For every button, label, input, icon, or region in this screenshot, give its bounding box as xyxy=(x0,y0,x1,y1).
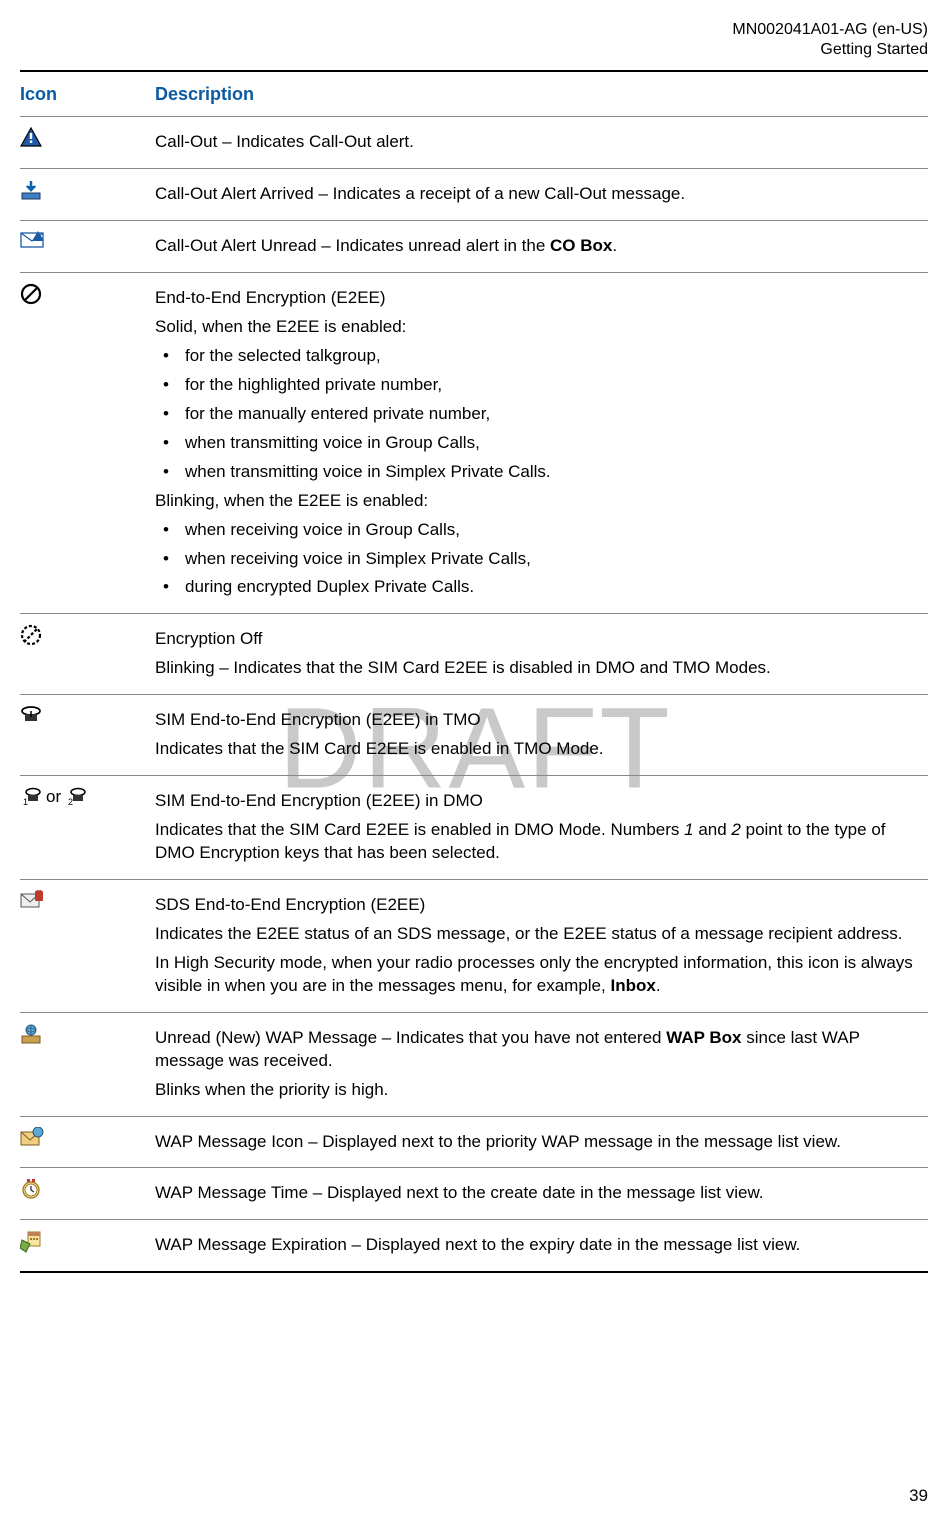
encryption-off-icon xyxy=(20,624,42,646)
wap-unread-icon xyxy=(20,1023,42,1045)
table-row: Call-Out Alert Unread – Indicates unread… xyxy=(20,221,928,273)
callout-arrived-icon xyxy=(20,179,42,201)
list-item: for the selected talkgroup, xyxy=(155,345,922,368)
svg-text:2: 2 xyxy=(68,797,73,807)
sds-e2ee-desc2: In High Security mode, when your radio p… xyxy=(155,952,922,998)
e2ee-solid-intro: Solid, when the E2EE is enabled: xyxy=(155,316,922,339)
e2ee-blink-intro: Blinking, when the E2EE is enabled: xyxy=(155,490,922,513)
sds-e2ee-icon xyxy=(20,890,42,912)
sim-e2ee-dmo-key2-icon: 2 xyxy=(65,787,87,809)
table-row: Unread (New) WAP Message – Indicates tha… xyxy=(20,1012,928,1116)
svg-text:1: 1 xyxy=(23,797,28,807)
e2ee-blink-list: when receiving voice in Group Calls, whe… xyxy=(155,519,922,600)
sim-tmo-title: SIM End-to-End Encryption (E2EE) in TMO xyxy=(155,709,922,732)
table-row: 1 or 2 SIM End-to-End Encryption (E2EE) … xyxy=(20,776,928,880)
doc-id: MN002041A01-AG (en-US) xyxy=(20,20,928,40)
page-number: 39 xyxy=(909,1485,928,1508)
wap-message-time-desc: WAP Message Time – Displayed next to the… xyxy=(155,1182,922,1205)
wap-message-icon xyxy=(20,1127,42,1149)
list-item: for the highlighted private number, xyxy=(155,374,922,397)
icon-description-table: Icon Description Call-Out – Indicates Ca… xyxy=(20,72,928,1273)
sim-tmo-desc: Indicates that the SIM Card E2EE is enab… xyxy=(155,738,922,761)
enc-off-desc: Blinking – Indicates that the SIM Card E… xyxy=(155,657,922,680)
sim-dmo-title: SIM End-to-End Encryption (E2EE) in DMO xyxy=(155,790,922,813)
table-row: End-to-End Encryption (E2EE) Solid, when… xyxy=(20,273,928,614)
enc-off-title: Encryption Off xyxy=(155,628,922,651)
table-row: SDS End-to-End Encryption (E2EE) Indicat… xyxy=(20,879,928,1012)
e2ee-enabled-icon xyxy=(20,283,42,305)
page-header-meta: MN002041A01-AG (en-US) Getting Started xyxy=(20,20,928,60)
sds-e2ee-title: SDS End-to-End Encryption (E2EE) xyxy=(155,894,922,917)
callout-arrived-description: Call-Out Alert Arrived – Indicates a rec… xyxy=(155,183,922,206)
table-row: Call-Out – Indicates Call-Out alert. xyxy=(20,117,928,169)
table-row: WAP Message Icon – Displayed next to the… xyxy=(20,1116,928,1168)
table-row: SIM End-to-End Encryption (E2EE) in TMO … xyxy=(20,695,928,776)
wap-message-expiration-desc: WAP Message Expiration – Displayed next … xyxy=(155,1234,922,1257)
list-item: when receiving voice in Simplex Private … xyxy=(155,548,922,571)
wap-message-icon-desc: WAP Message Icon – Displayed next to the… xyxy=(155,1131,922,1154)
callout-alert-icon xyxy=(20,127,42,149)
e2ee-solid-list: for the selected talkgroup, for the high… xyxy=(155,345,922,484)
list-item: when transmitting voice in Group Calls, xyxy=(155,432,922,455)
callout-unread-icon xyxy=(20,231,42,253)
column-header-icon: Icon xyxy=(20,72,155,117)
list-item: for the manually entered private number, xyxy=(155,403,922,426)
sim-e2ee-dmo-key1-icon: 1 xyxy=(20,787,42,809)
list-item: when transmitting voice in Simplex Priva… xyxy=(155,461,922,484)
column-header-description: Description xyxy=(155,72,928,117)
e2ee-title: End-to-End Encryption (E2EE) xyxy=(155,287,922,310)
callout-unread-description: Call-Out Alert Unread – Indicates unread… xyxy=(155,235,922,258)
table-row: WAP Message Expiration – Displayed next … xyxy=(20,1220,928,1272)
doc-section: Getting Started xyxy=(20,40,928,60)
wap-message-expiration-icon xyxy=(20,1230,42,1252)
or-text: or xyxy=(46,786,61,809)
wap-message-time-icon xyxy=(20,1178,42,1200)
sds-e2ee-desc1: Indicates the E2EE status of an SDS mess… xyxy=(155,923,922,946)
sim-dmo-desc: Indicates that the SIM Card E2EE is enab… xyxy=(155,819,922,865)
wap-unread-desc2: Blinks when the priority is high. xyxy=(155,1079,922,1102)
table-row: WAP Message Time – Displayed next to the… xyxy=(20,1168,928,1220)
sim-e2ee-tmo-icon xyxy=(20,705,42,727)
table-row: Encryption Off Blinking – Indicates that… xyxy=(20,614,928,695)
callout-description: Call-Out – Indicates Call-Out alert. xyxy=(155,131,922,154)
list-item: during encrypted Duplex Private Calls. xyxy=(155,576,922,599)
wap-unread-desc1: Unread (New) WAP Message – Indicates tha… xyxy=(155,1027,922,1073)
table-row: Call-Out Alert Arrived – Indicates a rec… xyxy=(20,169,928,221)
list-item: when receiving voice in Group Calls, xyxy=(155,519,922,542)
